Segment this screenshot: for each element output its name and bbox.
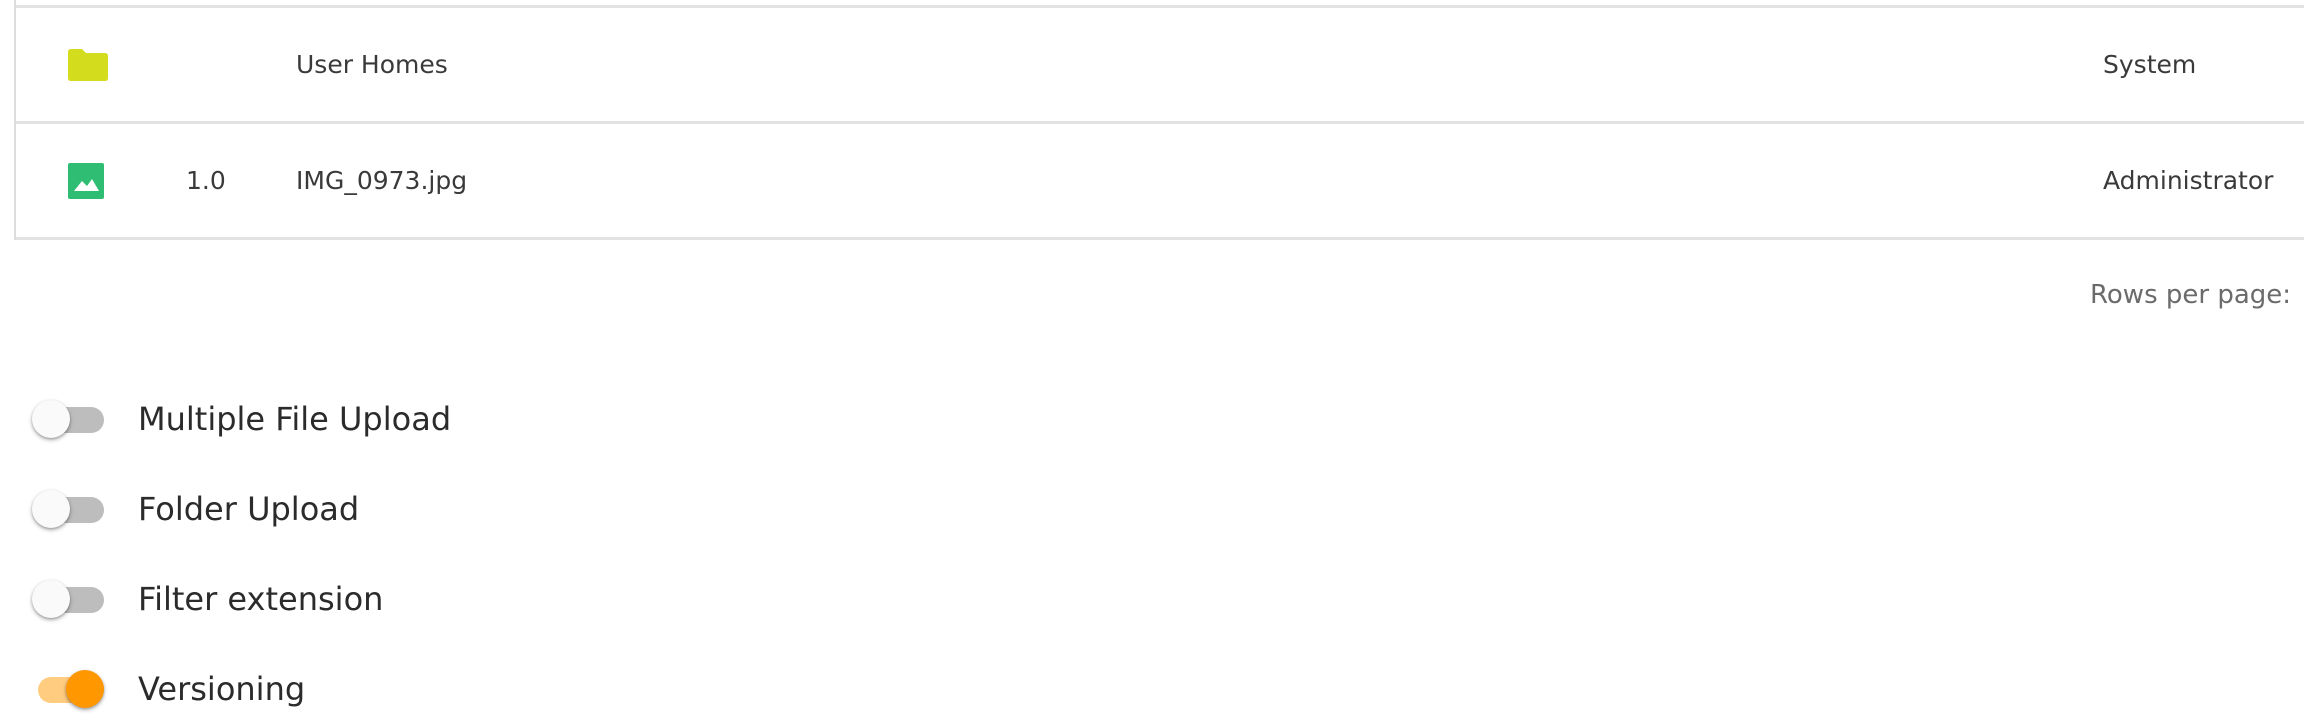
toggle-label: Versioning: [138, 670, 306, 708]
row-owner: System: [2103, 50, 2197, 79]
toggle-filter-extension[interactable]: Filter extension: [30, 574, 383, 624]
rows-per-page-label: Rows per page:: [2090, 280, 2292, 310]
toggle-folder-upload[interactable]: Folder Upload: [30, 484, 359, 534]
row-name[interactable]: IMG_0973.jpg: [296, 124, 467, 237]
versioning-switch[interactable]: [30, 664, 108, 714]
toggle-multiple-file-upload[interactable]: Multiple File Upload: [30, 394, 451, 444]
row-owner: Administrator: [2103, 166, 2274, 195]
image-icon: [68, 162, 104, 199]
switch-thumb[interactable]: [66, 670, 104, 708]
table-row[interactable]: 1.0 IMG_0973.jpg Administrator: [16, 124, 2304, 240]
table-row[interactable]: User Homes System: [16, 8, 2304, 124]
switch-thumb[interactable]: [32, 580, 70, 618]
row-name[interactable]: User Homes: [296, 8, 448, 121]
page: User Homes System 1.0 IMG_0973.jpg Admin…: [0, 0, 2304, 728]
toggle-label: Multiple File Upload: [138, 400, 452, 438]
row-version: 1.0: [186, 166, 226, 195]
toggle-versioning[interactable]: Versioning: [30, 664, 305, 714]
switch-thumb[interactable]: [32, 400, 70, 438]
folder-upload-switch[interactable]: [30, 484, 108, 534]
folder-icon: [68, 48, 108, 81]
toggle-label: Folder Upload: [138, 490, 360, 528]
switch-thumb[interactable]: [32, 490, 70, 528]
row-icon-cell: [68, 124, 112, 237]
row-icon-cell: [68, 8, 112, 121]
multiple-file-upload-switch[interactable]: [30, 394, 108, 444]
document-list-table: User Homes System 1.0 IMG_0973.jpg Admin…: [14, 0, 2304, 240]
toggle-label: Filter extension: [138, 580, 384, 618]
filter-extension-switch[interactable]: [30, 574, 108, 624]
row-version: [186, 8, 266, 121]
